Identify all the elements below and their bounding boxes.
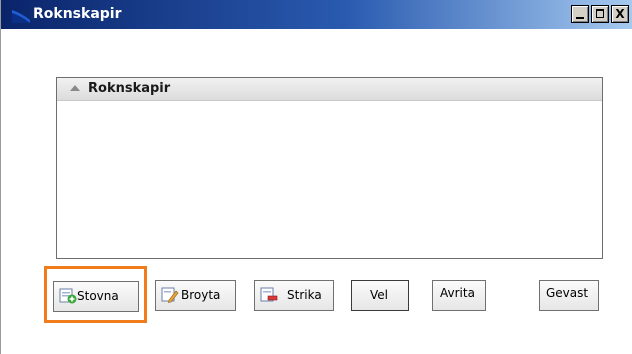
sort-up-icon (70, 85, 80, 91)
list-header-label: Roknskapir (88, 81, 171, 96)
maximize-icon (596, 9, 604, 18)
add-icon (59, 288, 77, 304)
close-window-button[interactable]: X (611, 5, 629, 23)
select-button-label: Vel (370, 288, 388, 302)
select-button[interactable]: Vel (351, 280, 409, 311)
edit-button-label: Broyta (181, 288, 221, 302)
title-bar[interactable]: Roknskapir X (1, 0, 632, 29)
list-header[interactable]: Roknskapir (57, 78, 602, 101)
close-button[interactable]: Gevast (539, 280, 599, 311)
close-icon: X (615, 7, 625, 21)
close-button-label: Gevast (546, 286, 589, 300)
edit-icon (161, 287, 179, 303)
minimize-button[interactable] (571, 5, 589, 23)
maximize-button[interactable] (591, 5, 609, 23)
window: Roknskapir X Roknskapir Stovna Broyta St… (0, 0, 632, 354)
window-title: Roknskapir (33, 6, 122, 22)
accounts-list[interactable]: Roknskapir (56, 77, 603, 259)
add-button[interactable]: Stovna (53, 281, 139, 312)
minimize-icon (576, 17, 584, 19)
cancel-button-label: Avrita (440, 286, 475, 300)
add-button-label: Stovna (77, 289, 119, 303)
delete-icon (260, 287, 278, 302)
edit-button[interactable]: Broyta (155, 280, 236, 311)
dialog-body: Roknskapir Stovna Broyta Strika Vel Avri… (1, 29, 632, 354)
delete-button-label: Strika (287, 288, 322, 302)
delete-button[interactable]: Strika (254, 280, 334, 311)
cancel-button[interactable]: Avrita (432, 280, 486, 311)
app-icon (12, 10, 30, 23)
